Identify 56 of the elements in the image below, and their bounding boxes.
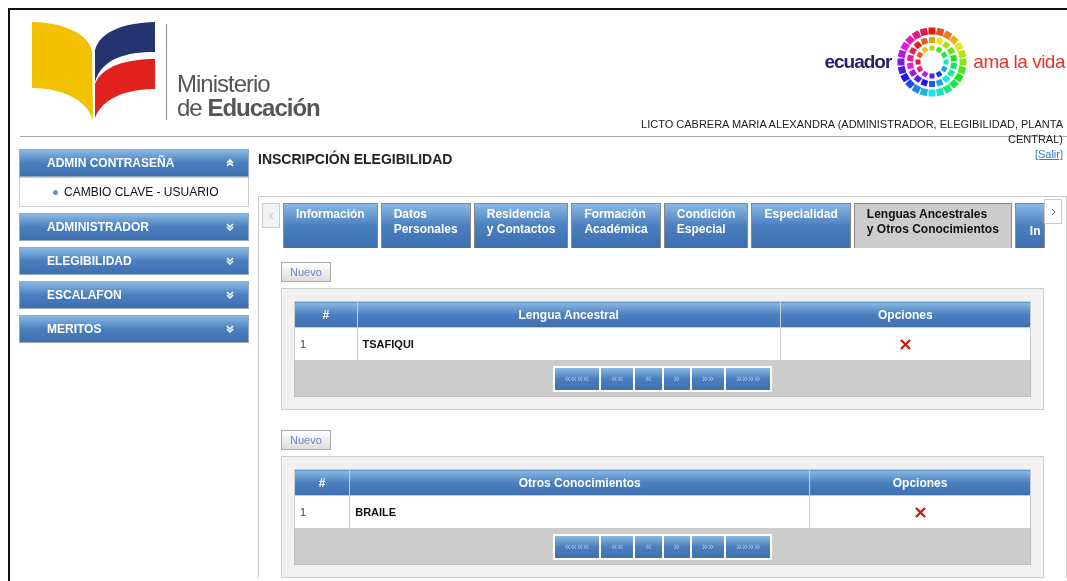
- tab[interactable]: Residencia y Contactos: [473, 203, 569, 248]
- chevron-down-icon: [226, 325, 234, 333]
- table-cell: 1: [294, 327, 358, 361]
- table-cell: 1: [294, 495, 350, 529]
- pager-button[interactable]: »: [662, 534, 691, 559]
- ministry-name: de Educación: [177, 96, 320, 120]
- chevron-down-icon: [226, 257, 234, 265]
- pager-button[interactable]: «: [634, 366, 663, 391]
- slogan-text: ecuador: [824, 49, 892, 74]
- tab[interactable]: In: [1014, 203, 1045, 248]
- tab[interactable]: Lenguas Ancestrales y Otros Conocimientos: [853, 203, 1012, 248]
- delete-icon[interactable]: [914, 507, 926, 519]
- column-header: Otros Conocimientos: [349, 469, 810, 496]
- ministry-name: Ministerio: [177, 72, 271, 96]
- bullet-icon: [53, 189, 58, 195]
- column-header: Opciones: [809, 469, 1031, 496]
- tab[interactable]: Información: [283, 203, 378, 248]
- pager-button[interactable]: »»»»: [724, 534, 772, 559]
- pager-button[interactable]: »: [662, 366, 691, 391]
- column-header: #: [294, 301, 358, 328]
- tab[interactable]: Datos Personales: [380, 203, 471, 248]
- sidebar-section[interactable]: ELEGIBILIDAD: [19, 247, 249, 275]
- new-button[interactable]: Nuevo: [281, 262, 331, 282]
- tab[interactable]: Formación Académica: [571, 203, 661, 248]
- chevron-down-icon: [226, 291, 234, 299]
- sidebar-section[interactable]: ADMINISTRADOR: [19, 213, 249, 241]
- chevron-down-icon: [226, 223, 234, 231]
- pager-button[interactable]: «: [634, 534, 663, 559]
- pager-button[interactable]: ««: [600, 366, 635, 391]
- user-name: LICTO CABRERA MARIA ALEXANDRA (ADMINISTRADOR, ELEGIBILIDAD, PLANTA CENTRAL): [641, 118, 1063, 145]
- table-cell: BRAILE: [349, 495, 810, 529]
- column-header: Opciones: [780, 301, 1031, 328]
- pager-button[interactable]: »»: [690, 366, 725, 391]
- book-logo-icon: [32, 22, 156, 120]
- chevron-up-icon: [226, 159, 234, 167]
- slogan-text: ama la vida: [973, 49, 1065, 74]
- tab[interactable]: Especialidad: [751, 203, 851, 248]
- pager-button[interactable]: ««««: [553, 534, 601, 559]
- chevron-left-icon: [268, 211, 274, 220]
- sidebar-section[interactable]: ADMIN CONTRASEÑA: [19, 149, 249, 177]
- chevron-right-icon: [1050, 207, 1056, 216]
- pager-button[interactable]: ««««: [553, 366, 601, 391]
- delete-icon[interactable]: [899, 339, 911, 351]
- table-cell: TSAFIQUI: [357, 327, 781, 361]
- column-header: Lengua Ancestral: [357, 301, 781, 328]
- color-wheel-icon: [895, 25, 970, 99]
- pager-button[interactable]: ««: [600, 534, 635, 559]
- pager-button[interactable]: »»»»: [724, 366, 772, 391]
- logout-link[interactable]: [Salir]: [1034, 148, 1063, 160]
- pager-button[interactable]: »»: [690, 534, 725, 559]
- sidebar-section[interactable]: ESCALAFON: [19, 281, 249, 309]
- tab[interactable]: Condición Especial: [663, 203, 749, 248]
- sidebar-section[interactable]: MERITOS: [19, 315, 249, 343]
- new-button[interactable]: Nuevo: [281, 430, 331, 450]
- column-header: #: [294, 469, 350, 496]
- page-title: INSCRIPCIÓN ELEGIBILIDAD: [258, 149, 453, 169]
